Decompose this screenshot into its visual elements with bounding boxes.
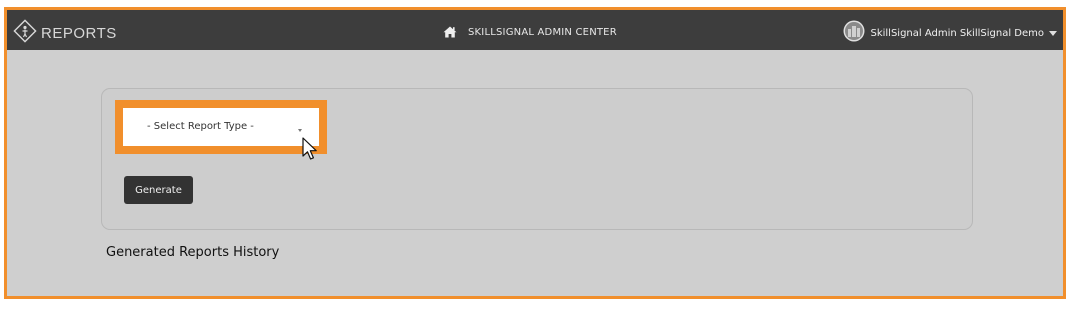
- reports-history-heading: Generated Reports History: [106, 245, 280, 260]
- compass-person-icon: [13, 19, 37, 47]
- report-type-select[interactable]: - Select Report Type -: [123, 108, 319, 146]
- mouse-pointer-icon: [302, 137, 318, 165]
- home-icon: [443, 23, 457, 42]
- admin-center-link[interactable]: SKILLSIGNAL ADMIN CENTER: [443, 23, 617, 42]
- top-nav-bar: REPORTS SKILLSIGNAL ADMIN CENTER SkillSi…: [7, 10, 1063, 50]
- generate-button[interactable]: Generate: [124, 176, 193, 204]
- user-menu[interactable]: SkillSignal Admin SkillSignal Demo: [843, 20, 1057, 46]
- avatar-icon: [843, 20, 865, 46]
- select-caret-icon: [298, 129, 302, 132]
- reports-brand[interactable]: REPORTS: [13, 19, 117, 47]
- brand-label: REPORTS: [41, 24, 117, 42]
- select-placeholder: - Select Report Type -: [147, 121, 254, 132]
- admin-center-title: SKILLSIGNAL ADMIN CENTER: [468, 27, 617, 38]
- app-frame: REPORTS SKILLSIGNAL ADMIN CENTER SkillSi…: [4, 7, 1066, 299]
- select-highlight-box: - Select Report Type -: [115, 100, 327, 154]
- user-name: SkillSignal Admin SkillSignal Demo: [870, 27, 1044, 39]
- caret-down-icon: [1049, 31, 1057, 36]
